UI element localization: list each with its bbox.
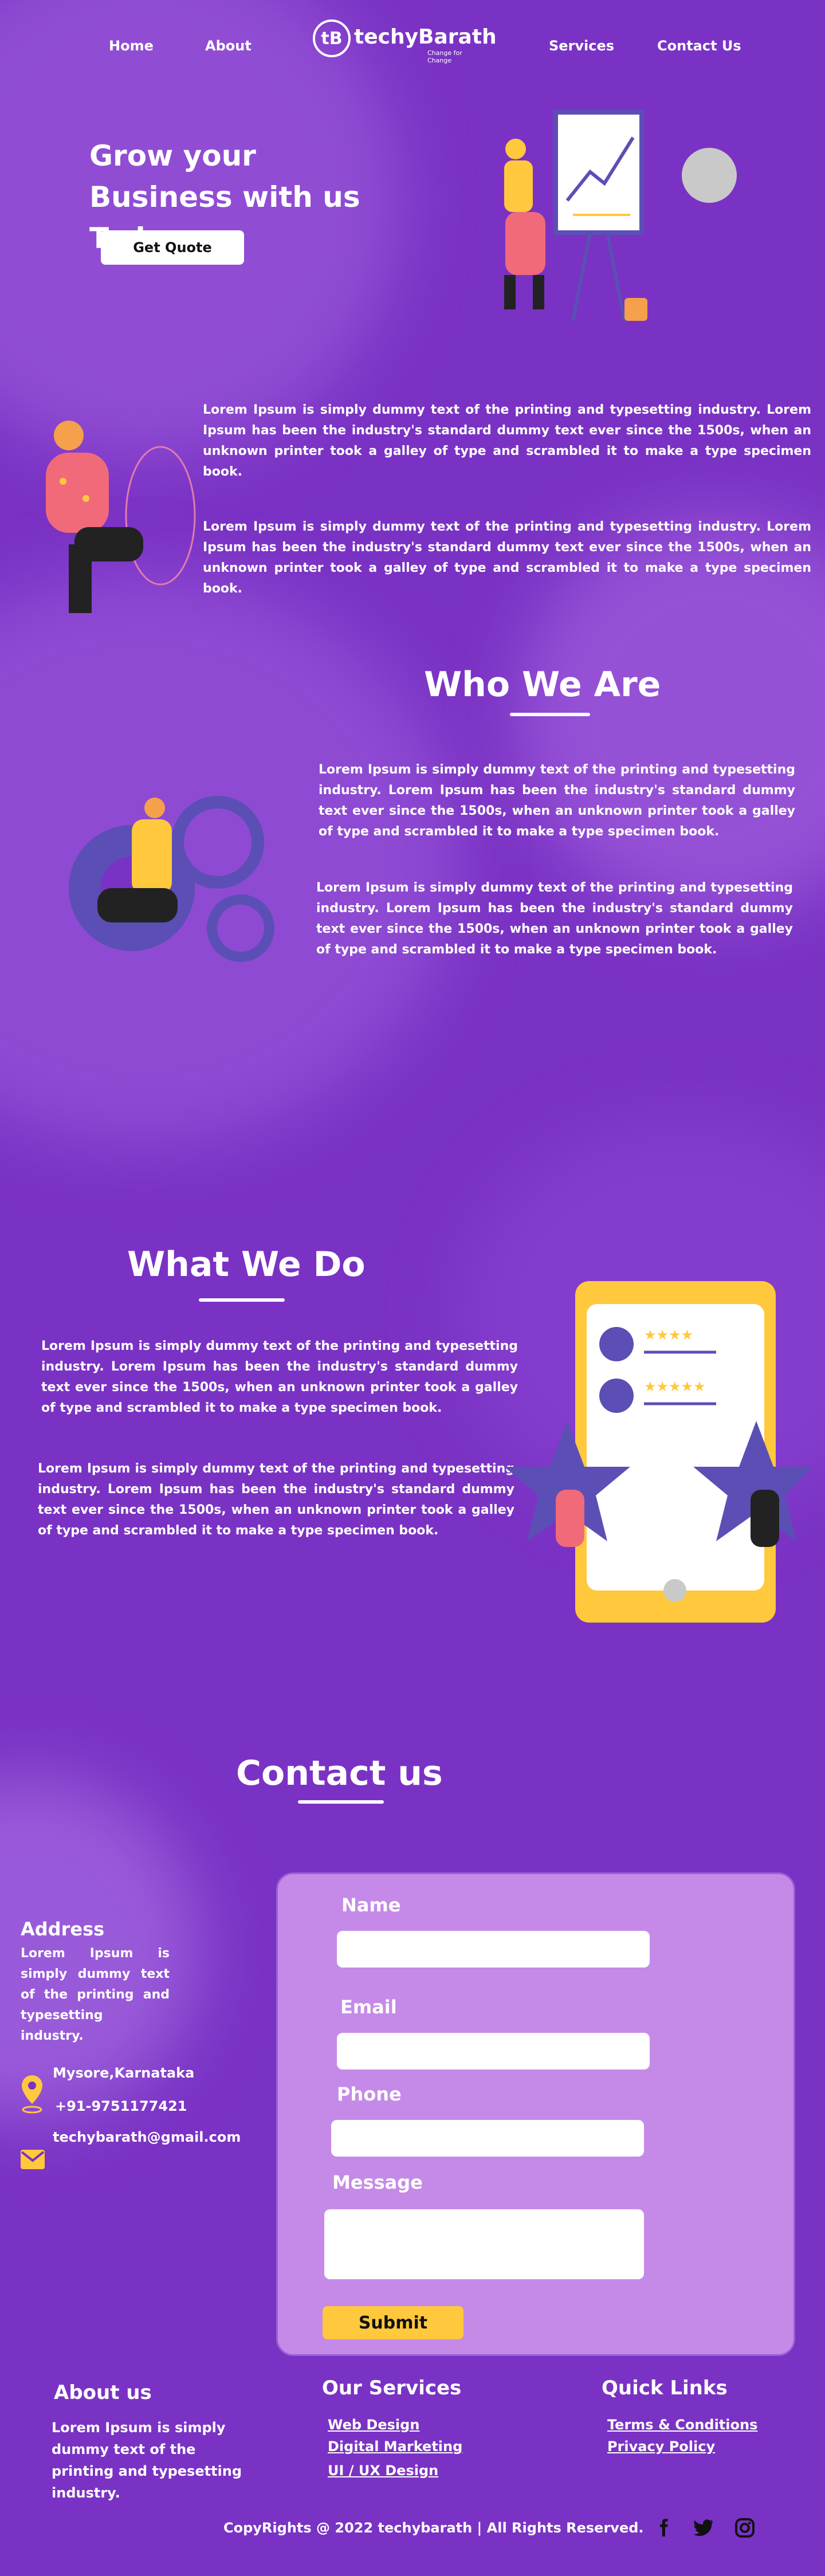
nav-home[interactable]: Home bbox=[109, 38, 154, 54]
name-input[interactable] bbox=[337, 1931, 650, 1968]
what-title: What We Do bbox=[127, 1244, 366, 1285]
footer-service-digital-marketing[interactable]: Digital Marketing bbox=[328, 2438, 462, 2455]
who-underline bbox=[510, 713, 590, 716]
footer-services-heading: Our Services bbox=[322, 2377, 462, 2400]
what-paragraph-1: Lorem Ipsum is simply dummy text of the … bbox=[41, 1339, 518, 1415]
logo[interactable]: tB techyBarath Change for Change bbox=[313, 19, 497, 64]
footer-service-ui-ux[interactable]: UI / UX Design bbox=[328, 2463, 438, 2479]
intro-paragraph-1: Lorem Ipsum is simply dummy text of the … bbox=[203, 403, 811, 479]
who-paragraph-1: Lorem Ipsum is simply dummy text of the … bbox=[319, 763, 795, 839]
footer-about-heading: About us bbox=[54, 2381, 152, 2404]
contact-underline bbox=[298, 1800, 384, 1804]
copyright-text: CopyRights @ 2022 techybarath | All Righ… bbox=[223, 2520, 644, 2536]
contact-phone[interactable]: +91-9751177421 bbox=[55, 2098, 187, 2114]
footer-service-web-design[interactable]: Web Design bbox=[328, 2417, 419, 2433]
what-paragraph-2: Lorem Ipsum is simply dummy text of the … bbox=[38, 1462, 514, 1538]
twitter-icon[interactable] bbox=[693, 2518, 714, 2538]
who-illustration bbox=[69, 796, 274, 962]
contact-location: Mysore,Karnataka bbox=[53, 2065, 195, 2081]
logo-tagline: Change for Change bbox=[427, 49, 462, 64]
mail-icon bbox=[21, 2150, 45, 2169]
email-input[interactable] bbox=[337, 2033, 650, 2070]
get-quote-button[interactable]: Get Quote bbox=[101, 230, 244, 265]
phone-label: Phone bbox=[337, 2083, 402, 2105]
contact-title: Contact us bbox=[236, 1753, 443, 1793]
logo-mark: tB bbox=[313, 19, 351, 57]
facebook-icon[interactable] bbox=[653, 2518, 674, 2538]
what-underline bbox=[199, 1298, 285, 1302]
nav-about[interactable]: About bbox=[205, 38, 252, 54]
svg-text:★★★★: ★★★★ bbox=[644, 1327, 693, 1343]
email-label: Email bbox=[340, 1996, 397, 2018]
svg-text:★★★★★: ★★★★★ bbox=[644, 1379, 706, 1395]
footer-about-text: Lorem Ipsum is simply dummy text of the … bbox=[52, 2420, 242, 2501]
what-illustration: ★★★★ ★★★★★ bbox=[504, 1281, 814, 1623]
nav-contact[interactable]: Contact Us bbox=[657, 38, 741, 54]
message-label: Message bbox=[332, 2171, 423, 2193]
footer-link-terms[interactable]: Terms & Conditions bbox=[607, 2417, 757, 2433]
footer-link-privacy[interactable]: Privacy Policy bbox=[607, 2438, 715, 2455]
instagram-icon[interactable] bbox=[734, 2518, 755, 2538]
intro-paragraph-2: Lorem Ipsum is simply dummy text of the … bbox=[203, 520, 811, 596]
submit-button[interactable]: Submit bbox=[323, 2306, 463, 2339]
phone-input[interactable] bbox=[331, 2120, 644, 2157]
who-paragraph-2: Lorem Ipsum is simply dummy text of the … bbox=[316, 881, 793, 957]
address-text: Lorem Ipsum is simply dummy text of the … bbox=[21, 1946, 170, 2043]
hero-illustration bbox=[504, 110, 737, 321]
intro-illustration bbox=[46, 421, 196, 613]
name-label: Name bbox=[341, 1894, 401, 1916]
message-textarea[interactable] bbox=[324, 2209, 644, 2279]
logo-name: techyBarath bbox=[354, 25, 497, 49]
address-heading: Address bbox=[21, 1918, 105, 1940]
location-icon bbox=[22, 2075, 42, 2114]
footer-links-heading: Quick Links bbox=[602, 2377, 728, 2400]
contact-email[interactable]: techybarath@gmail.com bbox=[53, 2129, 241, 2145]
nav-services[interactable]: Services bbox=[549, 38, 614, 54]
who-title: Who We Are bbox=[424, 665, 661, 705]
